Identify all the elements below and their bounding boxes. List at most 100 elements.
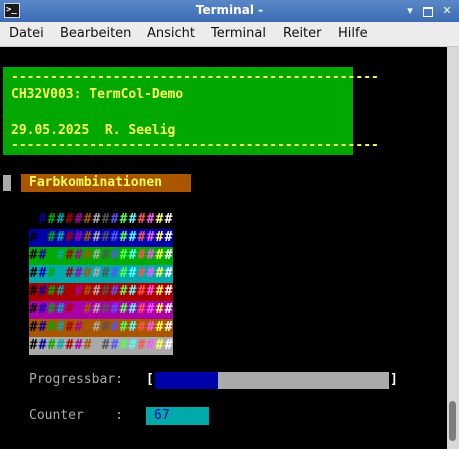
menu-bearbeiten[interactable]: Bearbeiten bbox=[60, 26, 131, 41]
color-sample-glyph: # bbox=[74, 266, 83, 281]
color-sample-glyph: # bbox=[155, 284, 164, 299]
color-sample-glyph: # bbox=[128, 284, 137, 299]
menu-terminal[interactable]: Terminal bbox=[211, 26, 266, 41]
color-sample-glyph: # bbox=[110, 248, 119, 263]
color-sample-glyph: # bbox=[101, 230, 110, 245]
color-sample-glyph: # bbox=[83, 302, 92, 317]
color-sample-glyph: # bbox=[92, 212, 101, 227]
color-sample-glyph: # bbox=[119, 338, 128, 353]
color-sample-glyph: # bbox=[56, 248, 65, 263]
color-sample-glyph: # bbox=[119, 248, 128, 263]
window-title: Terminal - bbox=[195, 3, 264, 17]
progressbar-open-bracket: [ bbox=[146, 372, 154, 387]
color-sample-glyph: # bbox=[29, 284, 38, 299]
color-sample-glyph: # bbox=[155, 302, 164, 317]
color-matrix: # # # # # # # # # # # # # # # # # # # # # # # # # # # # # # # # # # # # # # # #… bbox=[29, 211, 173, 355]
color-sample-glyph: # bbox=[56, 338, 65, 353]
color-sample-glyph: # bbox=[155, 212, 164, 227]
color-sample-glyph: # bbox=[38, 284, 47, 299]
color-sample-glyph: # bbox=[74, 212, 83, 227]
header-banner: ----------------------------------------… bbox=[3, 67, 379, 155]
color-sample-glyph: # bbox=[56, 320, 65, 335]
color-sample-glyph: # bbox=[101, 302, 110, 317]
banner-dashes-bottom: ----------------------------------------… bbox=[11, 138, 379, 153]
counter-label: Counter : bbox=[29, 408, 123, 423]
color-sample-glyph: # bbox=[56, 230, 65, 245]
color-sample-glyph: # bbox=[29, 338, 38, 353]
scrollbar-thumb[interactable] bbox=[449, 401, 456, 441]
color-sample-glyph: # bbox=[29, 212, 38, 227]
color-sample-glyph: # bbox=[164, 338, 173, 353]
progressbar-label: Progressbar: bbox=[29, 372, 123, 387]
color-matrix-row: # # # # # # # # # # # # # # # # bbox=[29, 229, 173, 247]
color-sample-glyph: # bbox=[146, 320, 155, 335]
color-sample-glyph: # bbox=[74, 230, 83, 245]
color-matrix-row: # # # # # # # # # # # # # # # # bbox=[29, 211, 173, 229]
color-sample-glyph: # bbox=[92, 320, 101, 335]
color-sample-glyph: # bbox=[83, 284, 92, 299]
color-sample-glyph: # bbox=[38, 212, 47, 227]
color-sample-glyph: # bbox=[137, 320, 146, 335]
color-sample-glyph: # bbox=[47, 212, 56, 227]
banner-dashes-top: ----------------------------------------… bbox=[11, 70, 379, 85]
color-sample-glyph: # bbox=[128, 320, 137, 335]
color-sample-glyph: # bbox=[155, 320, 164, 335]
color-sample-glyph: # bbox=[119, 302, 128, 317]
color-sample-glyph: # bbox=[92, 302, 101, 317]
color-sample-glyph: # bbox=[155, 230, 164, 245]
color-sample-glyph: # bbox=[137, 338, 146, 353]
color-sample-glyph: # bbox=[92, 338, 101, 353]
menu-hilfe[interactable]: Hilfe bbox=[338, 26, 368, 41]
color-sample-glyph: # bbox=[128, 230, 137, 245]
progressbar-close-bracket: ] bbox=[390, 372, 398, 387]
color-sample-glyph: # bbox=[65, 320, 74, 335]
terminal-screen[interactable]: ----------------------------------------… bbox=[0, 47, 447, 449]
color-sample-glyph: # bbox=[29, 302, 38, 317]
menu-ansicht[interactable]: Ansicht bbox=[147, 26, 195, 41]
menu-reiter[interactable]: Reiter bbox=[283, 26, 322, 41]
color-matrix-row: # # # # # # # # # # # # # # # # bbox=[29, 283, 173, 301]
color-sample-glyph: # bbox=[47, 248, 56, 263]
window-titlebar[interactable]: >_ Terminal - ▾ ✕ bbox=[0, 0, 459, 22]
section-title: Farbkombinationen bbox=[21, 174, 191, 192]
color-sample-glyph: # bbox=[47, 284, 56, 299]
color-sample-glyph: # bbox=[119, 320, 128, 335]
color-sample-glyph: # bbox=[164, 230, 173, 245]
color-matrix-row: # # # # # # # # # # # # # # # # bbox=[29, 319, 173, 337]
color-sample-glyph: # bbox=[74, 320, 83, 335]
scrollbar[interactable] bbox=[447, 47, 459, 449]
text-cursor bbox=[3, 175, 11, 191]
color-sample-glyph: # bbox=[137, 212, 146, 227]
color-sample-glyph: # bbox=[56, 212, 65, 227]
color-sample-glyph: # bbox=[146, 338, 155, 353]
color-sample-glyph: # bbox=[56, 284, 65, 299]
color-sample-glyph: # bbox=[110, 302, 119, 317]
color-sample-glyph: # bbox=[101, 284, 110, 299]
color-sample-glyph: # bbox=[65, 230, 74, 245]
color-sample-glyph: # bbox=[65, 338, 74, 353]
close-button[interactable]: ✕ bbox=[440, 4, 454, 18]
color-sample-glyph: # bbox=[101, 266, 110, 281]
color-sample-glyph: # bbox=[47, 302, 56, 317]
color-sample-glyph: # bbox=[56, 302, 65, 317]
color-sample-glyph: # bbox=[65, 266, 74, 281]
color-sample-glyph: # bbox=[92, 284, 101, 299]
progressbar-fill bbox=[155, 372, 219, 389]
color-sample-glyph: # bbox=[110, 338, 119, 353]
color-sample-glyph: # bbox=[65, 284, 74, 299]
color-sample-glyph: # bbox=[101, 248, 110, 263]
color-sample-glyph: # bbox=[38, 320, 47, 335]
color-sample-glyph: # bbox=[38, 338, 47, 353]
color-sample-glyph: # bbox=[47, 266, 56, 281]
minimize-button[interactable]: ▾ bbox=[403, 4, 417, 18]
color-sample-glyph: # bbox=[29, 230, 38, 245]
color-sample-glyph: # bbox=[74, 284, 83, 299]
color-sample-glyph: # bbox=[101, 320, 110, 335]
color-sample-glyph: # bbox=[155, 248, 164, 263]
maximize-button[interactable] bbox=[421, 4, 435, 18]
color-sample-glyph: # bbox=[164, 320, 173, 335]
color-sample-glyph: # bbox=[164, 302, 173, 317]
color-sample-glyph: # bbox=[128, 302, 137, 317]
maximize-icon bbox=[423, 7, 433, 17]
menu-datei[interactable]: Datei bbox=[9, 26, 44, 41]
